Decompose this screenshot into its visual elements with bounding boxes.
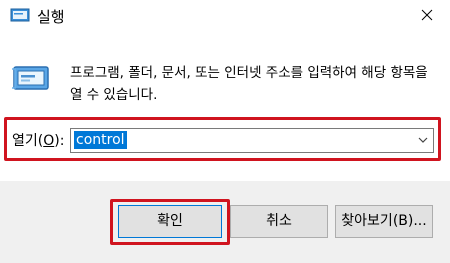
title-bar[interactable]: 실행 — [0, 0, 450, 31]
run-program-icon — [12, 66, 49, 90]
ok-button[interactable]: 확인 — [118, 205, 222, 238]
open-label: 열기(O): — [12, 133, 65, 149]
run-dialog-icon — [10, 8, 30, 22]
run-dialog: 실행 프로그램, 폴더, 문서, 또는 인터넷 주소를 입력하여 해당 항목을 … — [0, 0, 450, 263]
description-text: 프로그램, 폴더, 문서, 또는 인터넷 주소를 입력하여 해당 항목을 열 수… — [70, 65, 428, 103]
window-title: 실행 — [37, 8, 65, 26]
open-combobox[interactable]: control — [70, 128, 434, 153]
cancel-button[interactable]: 취소 — [230, 205, 328, 238]
chevron-down-icon[interactable] — [417, 135, 429, 145]
open-accelerator: O — [43, 133, 55, 149]
browse-button[interactable]: 찾아보기(B)... — [335, 205, 433, 238]
open-input-value[interactable]: control — [74, 131, 127, 149]
close-icon — [421, 9, 433, 21]
close-button[interactable] — [404, 0, 450, 31]
